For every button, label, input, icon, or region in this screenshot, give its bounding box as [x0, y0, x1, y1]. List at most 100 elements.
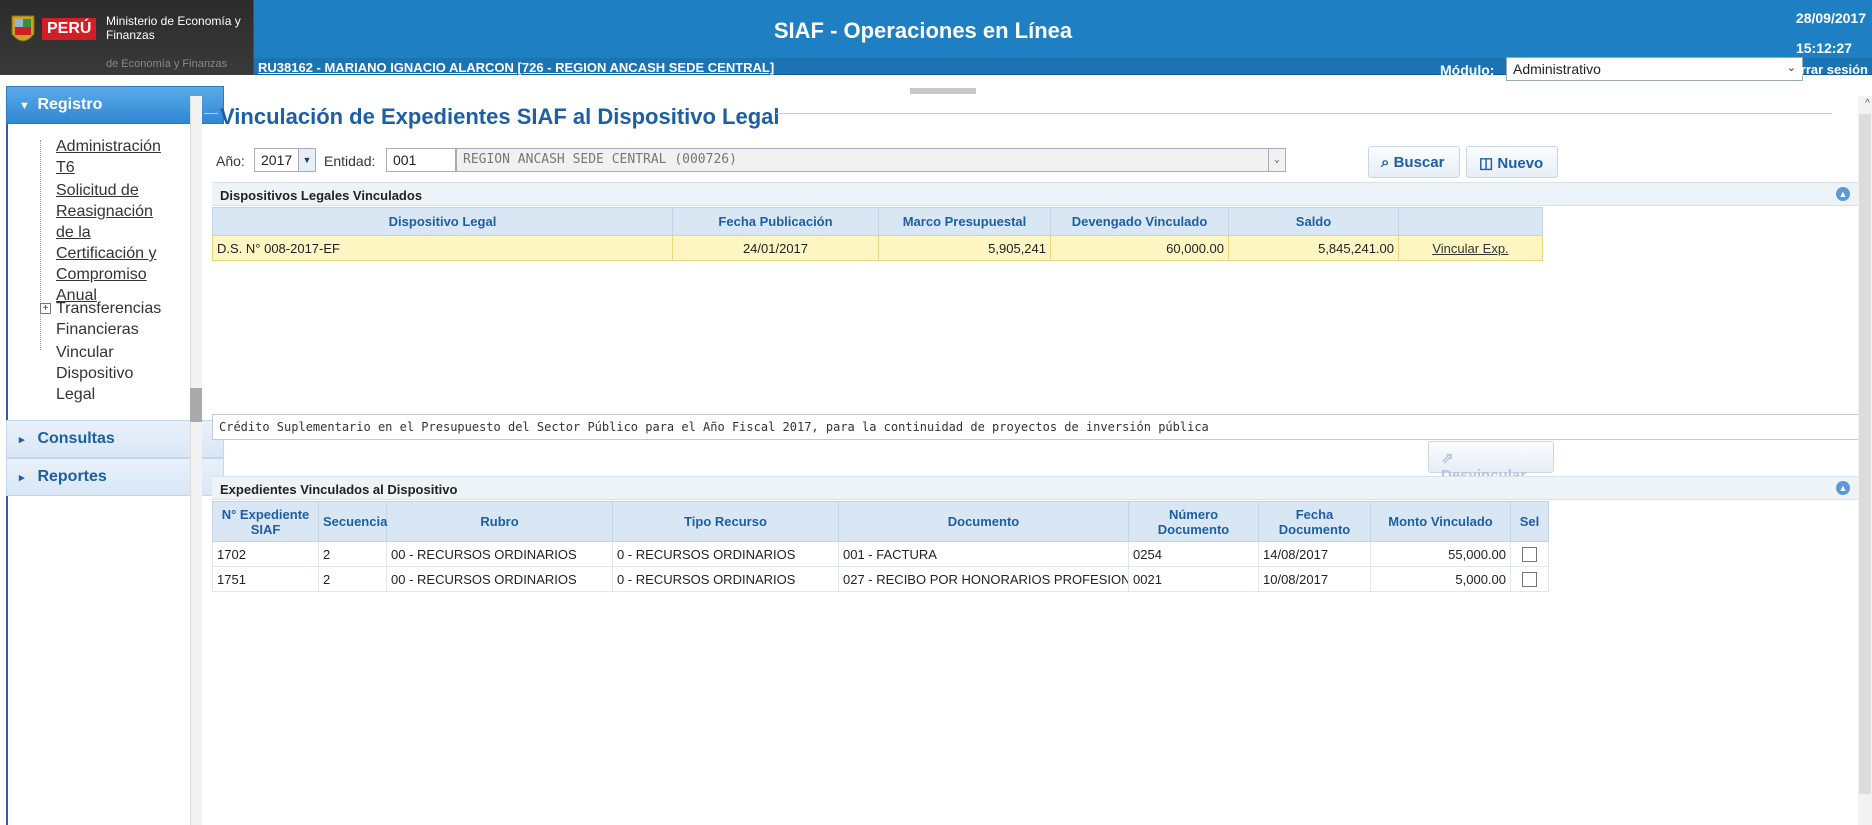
scrollbar-thumb[interactable]: [1859, 114, 1871, 794]
sidebar-splitter[interactable]: [190, 96, 202, 825]
sidebar-item-label: de la: [56, 224, 91, 241]
table-row[interactable]: 1751 2 00 - RECURSOS ORDINARIOS 0 - RECU…: [212, 566, 1549, 592]
cell-documento: 027 - RECIBO POR HONORARIOS PROFESIONALE…: [838, 566, 1129, 592]
chevron-down-icon: ⌄: [1268, 149, 1285, 171]
sidebar-item-transferencias[interactable]: Transferencias Financieras: [56, 298, 161, 340]
cell-rubro: 00 - RECURSOS ORDINARIOS: [386, 541, 613, 567]
modulo-label: Módulo:: [1440, 62, 1495, 78]
sidebar-item-label: Financieras: [56, 321, 139, 338]
caret-right-icon: ▸: [19, 472, 25, 484]
user-link[interactable]: RU38162 - MARIANO IGNACIO ALARCON [726 -…: [258, 60, 774, 75]
unlink-icon: ⇗: [1441, 450, 1454, 467]
header-time: 15:12:27: [1795, 40, 1852, 56]
cell-fecha: 24/01/2017: [672, 235, 879, 261]
app-header: PERÚ Ministerio de Economía y Finanzas d…: [0, 0, 1872, 81]
collapse-icon[interactable]: ▲: [1836, 187, 1850, 201]
col-accion: [1398, 207, 1543, 236]
sidebar-item-vincular-dispositivo[interactable]: Vincular Dispositivo Legal: [56, 342, 133, 405]
entidad-code-input[interactable]: 001: [386, 148, 456, 172]
col-saldo[interactable]: Saldo: [1228, 207, 1399, 236]
sidebar-item-label: Dispositivo: [56, 365, 134, 382]
col-expediente[interactable]: N° Expediente SIAF: [212, 501, 319, 542]
logo-ministry: Ministerio de Economía y Finanzas: [106, 14, 241, 42]
cell-monto: 55,000.00: [1370, 541, 1511, 567]
cell-rubro: 00 - RECURSOS ORDINARIOS: [386, 566, 613, 592]
col-fecha-publicacion[interactable]: Fecha Publicación: [672, 207, 879, 236]
anio-select[interactable]: 2017 ▼: [254, 148, 316, 172]
cell-secuencia: 2: [318, 566, 387, 592]
entidad-code-value: 001: [393, 152, 417, 168]
modulo-select-value: Administrativo: [1513, 61, 1601, 77]
col-dispositivo-legal[interactable]: Dispositivo Legal: [212, 207, 673, 236]
col-rubro[interactable]: Rubro: [386, 501, 613, 542]
vertical-scrollbar[interactable]: ^: [1858, 96, 1872, 825]
sidebar-item-label: Reasignación: [56, 203, 153, 220]
sidebar-item-label: Legal: [56, 386, 96, 403]
cell-secuencia: 2: [318, 541, 387, 567]
cell-tipo-recurso: 0 - RECURSOS ORDINARIOS: [612, 541, 839, 567]
caret-right-icon: ▸: [19, 434, 25, 446]
entidad-label: Entidad:: [324, 153, 376, 169]
tree-connector: [40, 140, 41, 350]
divider: [776, 113, 1832, 114]
desvincular-button[interactable]: ⇗ Desvincular: [1428, 441, 1554, 484]
dispositivo-description: Crédito Suplementario en el Presupuesto …: [212, 414, 1860, 440]
table-header-row: Dispositivo Legal Fecha Publicación Marc…: [212, 207, 1543, 236]
col-documento[interactable]: Documento: [838, 501, 1129, 542]
entidad-name-select: REGION ANCASH SEDE CENTRAL (000726) ⌄: [456, 148, 1286, 172]
row-checkbox[interactable]: [1522, 572, 1537, 588]
chevron-down-icon: ▼: [298, 149, 315, 171]
logout-link[interactable]: Cerrar sesión: [1784, 62, 1868, 77]
cell-saldo: 5,845,241.00: [1228, 235, 1399, 261]
buscar-button-label: Buscar: [1393, 154, 1445, 171]
col-sel[interactable]: Sel: [1510, 501, 1549, 542]
dispositivos-table: Dispositivo Legal Fecha Publicación Marc…: [212, 207, 1543, 261]
accordion-consultas-label: Consultas: [37, 430, 115, 447]
page-title: Vinculación de Expedientes SIAF al Dispo…: [220, 104, 780, 129]
table-row[interactable]: D.S. N° 008-2017-EF 24/01/2017 5,905,241…: [212, 235, 1543, 261]
sidebar-item-label: Transferencias: [56, 300, 162, 317]
cell-fecha-documento: 14/08/2017: [1258, 541, 1371, 567]
sidebar-item-label: Solicitud de: [56, 182, 139, 199]
col-monto-vinculado[interactable]: Monto Vinculado: [1370, 501, 1511, 542]
caret-down-icon: ▼: [19, 100, 30, 112]
col-numero-documento[interactable]: Número Documento: [1128, 501, 1259, 542]
buscar-button[interactable]: ⌕ Buscar: [1368, 146, 1460, 178]
table-row[interactable]: 1702 2 00 - RECURSOS ORDINARIOS 0 - RECU…: [212, 541, 1549, 567]
row-checkbox[interactable]: [1522, 547, 1537, 563]
dispositivos-panel-header: Dispositivos Legales Vinculados ▲: [212, 182, 1860, 206]
cell-expediente: 1751: [212, 566, 319, 592]
scroll-up-icon[interactable]: ^: [1865, 98, 1870, 109]
search-icon: ⌕: [1381, 154, 1390, 171]
cell-tipo-recurso: 0 - RECURSOS ORDINARIOS: [612, 566, 839, 592]
sidebar-item-label: Vincular: [56, 344, 114, 361]
cell-fecha-documento: 10/08/2017: [1258, 566, 1371, 592]
header-date: 28/09/2017: [1795, 10, 1866, 26]
cell-numero-documento: 0254: [1128, 541, 1259, 567]
col-secuencia[interactable]: Secuencia: [318, 501, 387, 542]
col-devengado-vinculado[interactable]: Devengado Vinculado: [1050, 207, 1229, 236]
col-tipo-recurso[interactable]: Tipo Recurso: [612, 501, 839, 542]
expand-toggle[interactable]: +: [40, 303, 51, 314]
vincular-exp-link[interactable]: Vincular Exp.: [1432, 241, 1508, 256]
entidad-name-value: REGION ANCASH SEDE CENTRAL (000726): [463, 152, 737, 167]
col-fecha-documento[interactable]: Fecha Documento: [1258, 501, 1371, 542]
cell-numero-documento: 0021: [1128, 566, 1259, 592]
cell-documento: 001 - FACTURA: [838, 541, 1129, 567]
nuevo-button-label: Nuevo: [1497, 155, 1544, 172]
accordion-reportes-label: Reportes: [37, 468, 107, 485]
expedientes-panel-header: Expedientes Vinculados al Dispositivo ▲: [212, 476, 1860, 500]
expedientes-table: N° Expediente SIAF Secuencia Rubro Tipo …: [212, 501, 1549, 592]
col-marco-presupuestal[interactable]: Marco Presupuestal: [878, 207, 1051, 236]
nuevo-button[interactable]: ◫ Nuevo: [1466, 146, 1558, 178]
sidebar-item-label: T6: [56, 159, 75, 176]
splitter-grip[interactable]: [190, 388, 202, 422]
sidebar-item-administracion-t6[interactable]: Administración T6: [56, 136, 161, 178]
sidebar-item-solicitud-reasignacion[interactable]: Solicitud de Reasignación de la Certific…: [56, 180, 156, 306]
panel-resize-handle[interactable]: [910, 88, 976, 94]
table-header-row: N° Expediente SIAF Secuencia Rubro Tipo …: [212, 501, 1549, 542]
dispositivos-panel-title: Dispositivos Legales Vinculados: [220, 188, 423, 203]
app-title: SIAF - Operaciones en Línea: [773, 18, 1073, 43]
collapse-icon[interactable]: ▲: [1836, 481, 1850, 495]
modulo-select[interactable]: Administrativo ⌄: [1506, 57, 1803, 81]
